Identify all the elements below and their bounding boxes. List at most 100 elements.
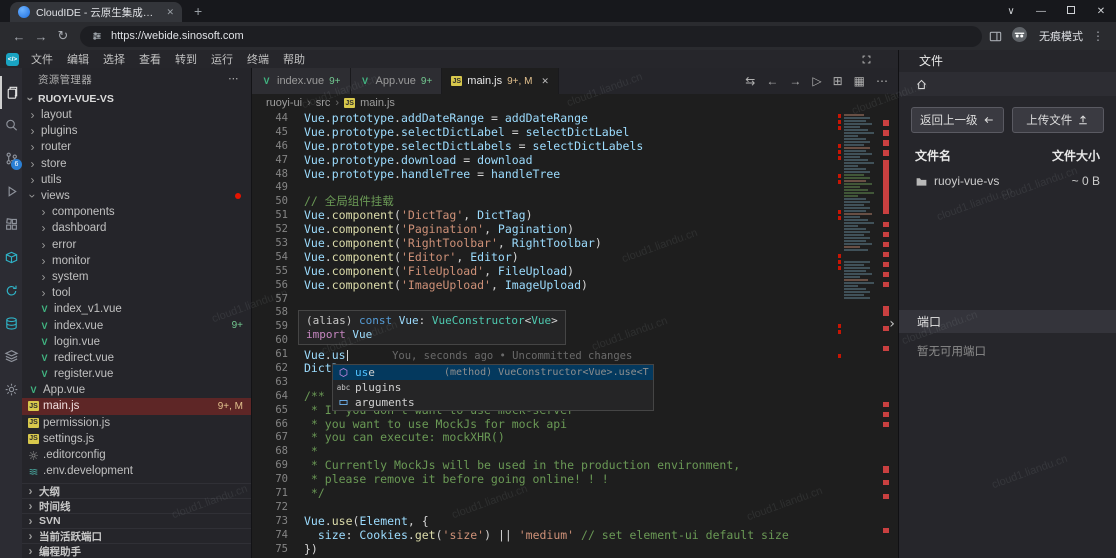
layout-icon[interactable]: ▦ (854, 74, 865, 88)
code-line[interactable]: 68 * (252, 445, 898, 459)
sidebar-section[interactable]: ›编程助手 (22, 543, 251, 558)
forward-icon[interactable]: → (30, 29, 52, 44)
tree-item[interactable]: .env.development (22, 463, 251, 479)
code-line[interactable]: 48Vue.prototype.handleTree = handleTree (252, 168, 898, 182)
code-line[interactable]: 53Vue.component('RightToolbar', RightToo… (252, 237, 898, 251)
code-line[interactable]: 49 (252, 181, 898, 195)
code-line[interactable]: 45Vue.prototype.selectDictLabel = select… (252, 126, 898, 140)
code-line[interactable]: 55Vue.component('FileUpload', FileUpload… (252, 265, 898, 279)
sidebar-section[interactable]: ›大纲 (22, 483, 251, 498)
menu-dots-icon[interactable]: ⋮ (1092, 29, 1104, 43)
tree-item[interactable]: Vregister.vue (22, 366, 251, 382)
code-line[interactable]: 44Vue.prototype.addDateRange = addDateRa… (252, 112, 898, 126)
incognito-avatar-icon[interactable] (1012, 27, 1030, 45)
split-editor-icon[interactable]: ⊞ (833, 74, 843, 88)
code-editor[interactable]: 44Vue.prototype.addDateRange = addDateRa… (252, 112, 898, 558)
tree-item[interactable]: ›store (22, 156, 251, 172)
refresh-icon[interactable]: ↻ (52, 28, 74, 44)
breadcrumb-item[interactable]: ruoyi-ui (266, 97, 302, 109)
code-line[interactable]: 69 * Currently MockJs will be used in th… (252, 459, 898, 473)
code-line[interactable]: 67 * you can execute: mockXHR() (252, 431, 898, 445)
tree-item[interactable]: VApp.vue (22, 382, 251, 398)
tree-item[interactable]: ›dashboard (22, 220, 251, 236)
code-line[interactable]: 71 */ (252, 487, 898, 501)
address-bar[interactable]: https://webide.sinosoft.com (80, 26, 982, 47)
maximize-icon[interactable] (1056, 6, 1086, 17)
tree-item[interactable]: Vindex.vue9+ (22, 317, 251, 333)
menu-item[interactable]: 查看 (132, 51, 168, 67)
fullscreen-icon[interactable] (861, 54, 872, 65)
tree-item[interactable]: Vindex_v1.vue (22, 301, 251, 317)
side-panel-icon[interactable] (988, 29, 1003, 44)
menu-item[interactable]: 运行 (204, 51, 240, 67)
minimap[interactable] (844, 114, 878, 558)
suggest-item[interactable]: abcplugins (333, 380, 653, 395)
new-tab-button[interactable]: + (194, 3, 202, 19)
tree-item[interactable]: JSpermission.js (22, 415, 251, 431)
extensions-icon[interactable] (0, 208, 22, 241)
editor-tab[interactable]: VApp.vue9+ (351, 68, 443, 94)
code-line[interactable]: 72 (252, 501, 898, 515)
settings-gear-icon[interactable] (0, 373, 22, 406)
more-actions-icon[interactable]: ⋯ (228, 73, 239, 85)
layers-icon[interactable] (0, 340, 22, 373)
sidebar-section[interactable]: ›当前活跃端口 (22, 528, 251, 543)
code-line[interactable]: 56Vue.component('ImageUpload', ImageUplo… (252, 279, 898, 293)
code-line[interactable]: 74 size: Cookies.get('size') || 'medium'… (252, 529, 898, 543)
source-control-icon[interactable]: 6 (0, 142, 22, 175)
browser-tab[interactable]: CloudIDE - 云原生集成开发环境 ✕ (10, 2, 182, 22)
tree-item[interactable]: ›views (22, 188, 251, 204)
package-icon[interactable] (0, 241, 22, 274)
back-icon[interactable]: ← (8, 29, 30, 44)
tree-item[interactable]: ›utils (22, 172, 251, 188)
menu-item[interactable]: 帮助 (276, 51, 312, 67)
file-row[interactable]: ruoyi-vue-vs ~ 0 B (899, 170, 1116, 192)
breadcrumb-item[interactable]: main.js (360, 97, 395, 109)
sidebar-section[interactable]: ›时间线 (22, 498, 251, 513)
search-icon[interactable] (0, 109, 22, 142)
run-icon[interactable]: ▷ (812, 74, 821, 88)
code-line[interactable]: 46Vue.prototype.selectDictLabels = selec… (252, 140, 898, 154)
open-changes-icon[interactable]: ⇆ (745, 74, 755, 88)
tree-root[interactable]: › RUOYI-VUE-VS (22, 90, 251, 107)
menu-item[interactable]: 终端 (240, 51, 276, 67)
breadcrumb-item[interactable]: src (316, 97, 331, 109)
panel-expand-icon[interactable]: › (886, 318, 898, 332)
code-line[interactable]: 73Vue.use(Element, { (252, 515, 898, 529)
site-info-icon[interactable] (91, 30, 103, 42)
menu-item[interactable]: 文件 (24, 51, 60, 67)
tree-item[interactable]: ›layout (22, 107, 251, 123)
editor-tab[interactable]: JSmain.js9+, M✕ (442, 68, 559, 94)
code-line[interactable]: 66 * you want to use MockJs for mock api (252, 418, 898, 432)
minimize-icon[interactable]: — (1026, 6, 1056, 17)
code-line[interactable]: 47Vue.prototype.download = download (252, 154, 898, 168)
code-line[interactable]: 51Vue.component('DictTag', DictTag) (252, 209, 898, 223)
code-line[interactable]: 50// 全局组件挂载 (252, 195, 898, 209)
menu-item[interactable]: 选择 (96, 51, 132, 67)
suggest-item[interactable]: use(method) VueConstructor<Vue>.use<T>(p… (333, 365, 653, 380)
sidebar-section[interactable]: ›SVN (22, 513, 251, 528)
tree-item[interactable]: Vlogin.vue (22, 334, 251, 350)
upload-file-button[interactable]: 上传文件 (1012, 107, 1105, 133)
tree-item[interactable]: ›router (22, 139, 251, 155)
code-line[interactable]: 57 (252, 293, 898, 307)
close-icon[interactable]: ✕ (1086, 6, 1116, 17)
tree-item[interactable]: ›tool (22, 285, 251, 301)
code-line[interactable]: 75}) (252, 543, 898, 557)
tree-item[interactable]: JSmain.js9+, M (22, 398, 251, 414)
forward-icon[interactable]: → (789, 74, 801, 88)
menu-item[interactable]: 转到 (168, 51, 204, 67)
code-line[interactable]: 52Vue.component('Pagination', Pagination… (252, 223, 898, 237)
tree-item[interactable]: JSsettings.js (22, 431, 251, 447)
editor-tab[interactable]: Vindex.vue9+ (252, 68, 351, 94)
home-icon[interactable] (915, 78, 928, 91)
sync-icon[interactable] (0, 274, 22, 307)
tree-item[interactable]: ›error (22, 237, 251, 253)
database-icon[interactable] (0, 307, 22, 340)
tree-item[interactable]: Vredirect.vue (22, 350, 251, 366)
tree-item[interactable]: ›components (22, 204, 251, 220)
back-parent-button[interactable]: 返回上一级 (911, 107, 1004, 133)
close-icon[interactable]: ✕ (541, 76, 549, 87)
tree-item[interactable]: ›monitor (22, 253, 251, 269)
menu-item[interactable]: 编辑 (60, 51, 96, 67)
